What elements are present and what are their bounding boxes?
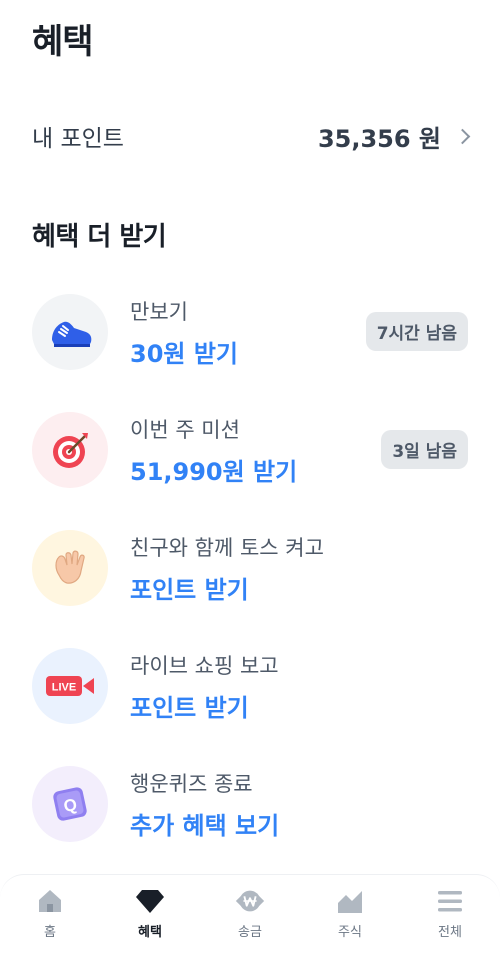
menu-icon: [434, 885, 466, 917]
nav-all[interactable]: 전체: [410, 885, 490, 940]
benefit-action: 포인트 받기: [130, 693, 249, 722]
benefit-lucky-quiz[interactable]: Q 행운퀴즈 종료 추가 혜택 보기: [32, 764, 468, 844]
benefit-title: 친구와 함께 토스 켜고: [130, 535, 324, 560]
points-label: 내 포인트: [32, 126, 124, 152]
quiz-icon: Q: [32, 766, 108, 842]
benefit-invite-friends[interactable]: 친구와 함께 토스 켜고 포인트 받기: [32, 528, 468, 608]
waving-hand-icon: [32, 530, 108, 606]
won-transfer-icon: [234, 885, 266, 917]
nav-label: 혜택: [138, 925, 162, 940]
benefit-action: 포인트 받기: [130, 575, 249, 604]
benefit-title: 행운퀴즈 종료: [130, 771, 253, 796]
nav-label: 홈: [44, 925, 56, 940]
gem-icon: [134, 885, 166, 917]
benefit-weekly-mission[interactable]: 이번 주 미션 51,990원 받기 3일 남음: [32, 410, 468, 490]
nav-label: 주식: [338, 925, 362, 940]
nav-stocks[interactable]: 주식: [310, 885, 390, 940]
bottom-nav: 홈 혜택 송금 주식 전체: [0, 874, 500, 956]
my-points-row[interactable]: 내 포인트 35,356 원: [32, 112, 472, 160]
time-left-badge: 7시간 남음: [365, 312, 468, 351]
benefit-title: 라이브 쇼핑 보고: [130, 653, 279, 678]
chevron-right-icon: [454, 128, 471, 144]
sneaker-icon: [32, 294, 108, 370]
target-icon: [32, 412, 108, 488]
nav-label: 송금: [238, 925, 262, 940]
benefit-action: 추가 혜택 보기: [130, 811, 280, 840]
nav-transfer[interactable]: 송금: [210, 885, 290, 940]
page-title: 혜택: [32, 22, 94, 62]
section-title: 혜택 더 받기: [32, 222, 167, 252]
nav-home[interactable]: 홈: [10, 885, 90, 940]
home-icon: [34, 885, 66, 917]
chart-icon: [334, 885, 366, 917]
benefit-live-shopping[interactable]: LIVE 라이브 쇼핑 보고 포인트 받기: [32, 646, 468, 726]
live-label: LIVE: [52, 682, 76, 694]
nav-benefits[interactable]: 혜택: [110, 885, 190, 940]
nav-label: 전체: [438, 925, 462, 940]
live-video-icon: LIVE: [32, 648, 108, 724]
time-left-badge: 3일 남음: [381, 430, 468, 469]
benefit-pedometer[interactable]: 만보기 30원 받기 7시간 남음: [32, 292, 468, 372]
points-value: 35,356 원: [317, 124, 441, 153]
